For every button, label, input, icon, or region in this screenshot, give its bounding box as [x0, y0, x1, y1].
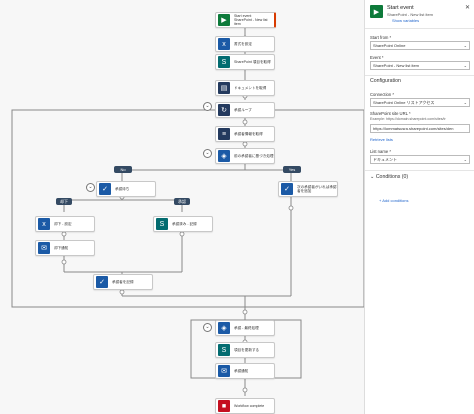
get-sharepoint-item-node[interactable]: S SharePoint 項目を取得: [215, 54, 275, 70]
add-next-approver-node[interactable]: ✓ 次の承認者がいれば承認者を追加: [278, 181, 338, 197]
collapse-final-toggle[interactable]: ⌄: [203, 323, 212, 332]
conditions-heading-text: Conditions (0): [375, 174, 409, 180]
list-name-select[interactable]: ドキュメント ⌄: [370, 155, 470, 164]
add-icon: +: [379, 198, 382, 203]
divider: [365, 75, 474, 76]
node-label: 却下 - 設定: [54, 221, 72, 226]
update-item-node[interactable]: S 項目を更新する: [215, 342, 275, 358]
chevron-down-icon: ⌄: [463, 63, 467, 68]
properties-panel: ▶ Start event SharePoint - New list item…: [364, 0, 474, 414]
site-url-input[interactable]: https://lommatsusra.sharepoint.com/sites…: [370, 124, 470, 133]
node-label: 承認通知: [234, 368, 249, 373]
node-label: 却下通知: [54, 245, 69, 250]
condition-icon: ◈: [218, 322, 230, 334]
branch-no-badge: No: [114, 166, 132, 173]
play-icon: ▶: [218, 14, 230, 26]
record-approver-node[interactable]: ✓ 承認者を記録: [93, 274, 153, 290]
collapse-wait-toggle[interactable]: ⌄: [86, 183, 95, 192]
panel-subtitle: SharePoint - New list item: [387, 12, 434, 17]
show-variables-link[interactable]: Show variables: [392, 18, 419, 23]
list-name-value: ドキュメント: [373, 156, 397, 162]
approval-icon: ✓: [281, 183, 293, 195]
branch-approve-badge: 承認: [174, 198, 190, 205]
chevron-down-icon: ⌄: [463, 100, 467, 105]
start-from-label: Start from *: [370, 35, 392, 40]
retrieve-lists-link[interactable]: Retrieve lists: [370, 137, 393, 142]
list-name-label: List name *: [370, 149, 391, 154]
node-label: 承認ループ: [234, 107, 252, 112]
workflow-complete-node[interactable]: ■ Workflow complete: [215, 398, 275, 414]
node-label: SharePoint 項目を取得: [234, 59, 271, 64]
sharepoint-icon: S: [218, 344, 230, 356]
connection-value: SharePoint Online リストアクセス: [373, 99, 435, 105]
list-icon: ≡: [218, 128, 230, 140]
reject-set-node[interactable]: x 却下 - 設定: [35, 216, 95, 232]
approve-mail-node[interactable]: ✉ 承認通知: [215, 363, 275, 379]
branch-yes-badge: Yes: [283, 166, 301, 173]
connection-select[interactable]: SharePoint Online リストアクセス ⌄: [370, 98, 470, 107]
panel-title: Start event: [387, 5, 414, 11]
node-label: 承認者を記録: [112, 279, 134, 284]
branch-reject-badge: 却下: [56, 198, 72, 205]
connection-label: Connection *: [370, 92, 394, 97]
node-label: 前の承認者に基づき処理: [234, 153, 274, 158]
site-url-label: SharePoint site URL *: [370, 111, 411, 116]
configuration-heading: Configuration: [370, 78, 401, 84]
divider: [365, 28, 474, 29]
event-value: SharePoint - New list item: [373, 63, 420, 68]
node-label: 書式を設定: [234, 41, 252, 46]
node-label: 項目を更新する: [234, 347, 260, 352]
node-label: 承認 - 最終処理: [234, 325, 259, 330]
mail-icon: ✉: [218, 365, 230, 377]
sharepoint-icon: S: [156, 218, 168, 230]
sharepoint-icon: S: [218, 56, 230, 68]
approval-icon: ✓: [96, 276, 108, 288]
node-label: 承認済み - 記録: [172, 221, 197, 226]
mail-icon: ✉: [38, 242, 50, 254]
site-url-help: Example: https://domain.sharepoint.com/s…: [370, 117, 446, 121]
workflow-canvas[interactable]: ▶ Start event SharePoint - New list item…: [0, 0, 364, 414]
add-conditions-link[interactable]: + Add conditions: [379, 198, 408, 203]
approval-loop-node[interactable]: ↻ 承認ループ: [215, 102, 275, 118]
node-label: 承認待ち: [115, 186, 130, 191]
stop-icon: ■: [218, 400, 230, 412]
chevron-down-icon: ⌄: [463, 43, 467, 48]
approved-record-node[interactable]: S 承認済み - 記録: [153, 216, 213, 232]
document-icon: ▤: [218, 82, 230, 94]
expression-icon: x: [38, 218, 50, 230]
chevron-down-icon: ⌄: [463, 157, 467, 162]
final-approval-node[interactable]: ◈ 承認 - 最終処理: [215, 320, 275, 336]
event-select[interactable]: SharePoint - New list item ⌄: [370, 61, 470, 70]
connector-lines: [11, 24, 364, 396]
site-url-value: https://lommatsusra.sharepoint.com/sites…: [373, 126, 454, 131]
start-event-label: Start event SharePoint - New list item: [234, 13, 268, 27]
start-event-node[interactable]: ▶ Start event SharePoint - New list item: [215, 12, 276, 28]
divider: [365, 170, 474, 171]
expression-icon: x: [218, 38, 230, 50]
get-document-node[interactable]: ▤ ドキュメントを取得: [215, 80, 275, 96]
collapse-condition-toggle[interactable]: ⌄: [203, 149, 212, 158]
event-label: Event *: [370, 55, 384, 60]
conditions-heading[interactable]: ⌄ Conditions (0): [370, 174, 408, 180]
reject-mail-node[interactable]: ✉ 却下通知: [35, 240, 95, 256]
format-node[interactable]: x 書式を設定: [215, 36, 275, 52]
add-conditions-label: Add conditions: [382, 198, 409, 203]
condition-node[interactable]: ◈ 前の承認者に基づき処理: [215, 148, 275, 164]
condition-icon: ◈: [218, 150, 230, 162]
node-label: ドキュメントを取得: [234, 85, 267, 90]
play-icon: ▶: [370, 5, 383, 18]
close-icon[interactable]: ✕: [465, 4, 470, 11]
node-label: 次の承認者がいれば承認者を追加: [297, 184, 337, 193]
start-from-value: SharePoint Online: [373, 43, 406, 48]
start-from-select[interactable]: SharePoint Online ⌄: [370, 41, 470, 50]
loop-icon: ↻: [218, 104, 230, 116]
chevron-down-icon: ⌄: [370, 174, 375, 180]
approval-icon: ✓: [99, 183, 111, 195]
wait-approval-node[interactable]: ✓ 承認待ち: [96, 181, 156, 197]
node-label: Workflow complete: [234, 403, 265, 408]
node-label: 承認者情報を取得: [234, 131, 263, 136]
collapse-loop-toggle[interactable]: ⌄: [203, 102, 212, 111]
get-approver-node[interactable]: ≡ 承認者情報を取得: [215, 126, 275, 142]
